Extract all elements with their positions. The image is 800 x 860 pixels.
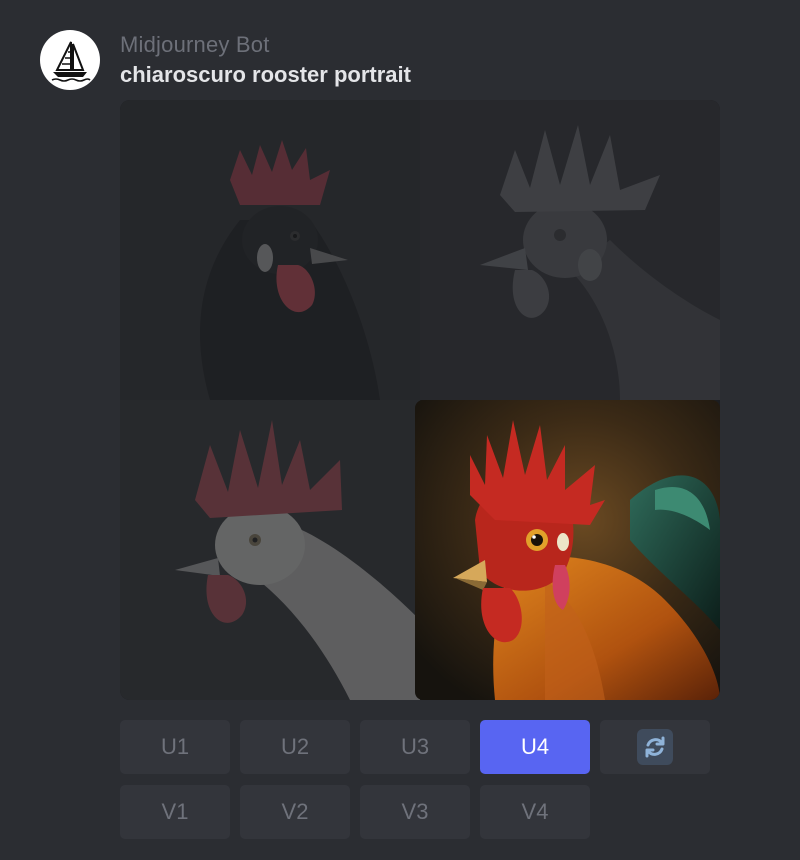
rooster-image-2[interactable] xyxy=(420,100,720,400)
variation-button-2[interactable]: V2 xyxy=(240,785,350,839)
variation-button-1[interactable]: V1 xyxy=(120,785,230,839)
upscale-button-4[interactable]: U4 xyxy=(480,720,590,774)
rooster-image-3[interactable] xyxy=(120,400,420,700)
bot-avatar[interactable] xyxy=(40,30,100,90)
sailboat-icon xyxy=(51,41,91,82)
reroll-button[interactable] xyxy=(600,720,710,774)
rooster-image-4[interactable] xyxy=(415,400,720,700)
variation-button-3[interactable]: V3 xyxy=(360,785,470,839)
image-grid xyxy=(120,100,720,700)
rooster-image-1[interactable] xyxy=(120,100,420,400)
prompt-text: chiaroscuro rooster portrait xyxy=(120,62,411,87)
upscale-button-3[interactable]: U3 xyxy=(360,720,470,774)
variation-button-4[interactable]: V4 xyxy=(480,785,590,839)
author-name[interactable]: Midjourney Bot xyxy=(120,32,270,58)
upscale-button-1[interactable]: U1 xyxy=(120,720,230,774)
upscale-button-2[interactable]: U2 xyxy=(240,720,350,774)
reroll-icon xyxy=(637,729,673,765)
